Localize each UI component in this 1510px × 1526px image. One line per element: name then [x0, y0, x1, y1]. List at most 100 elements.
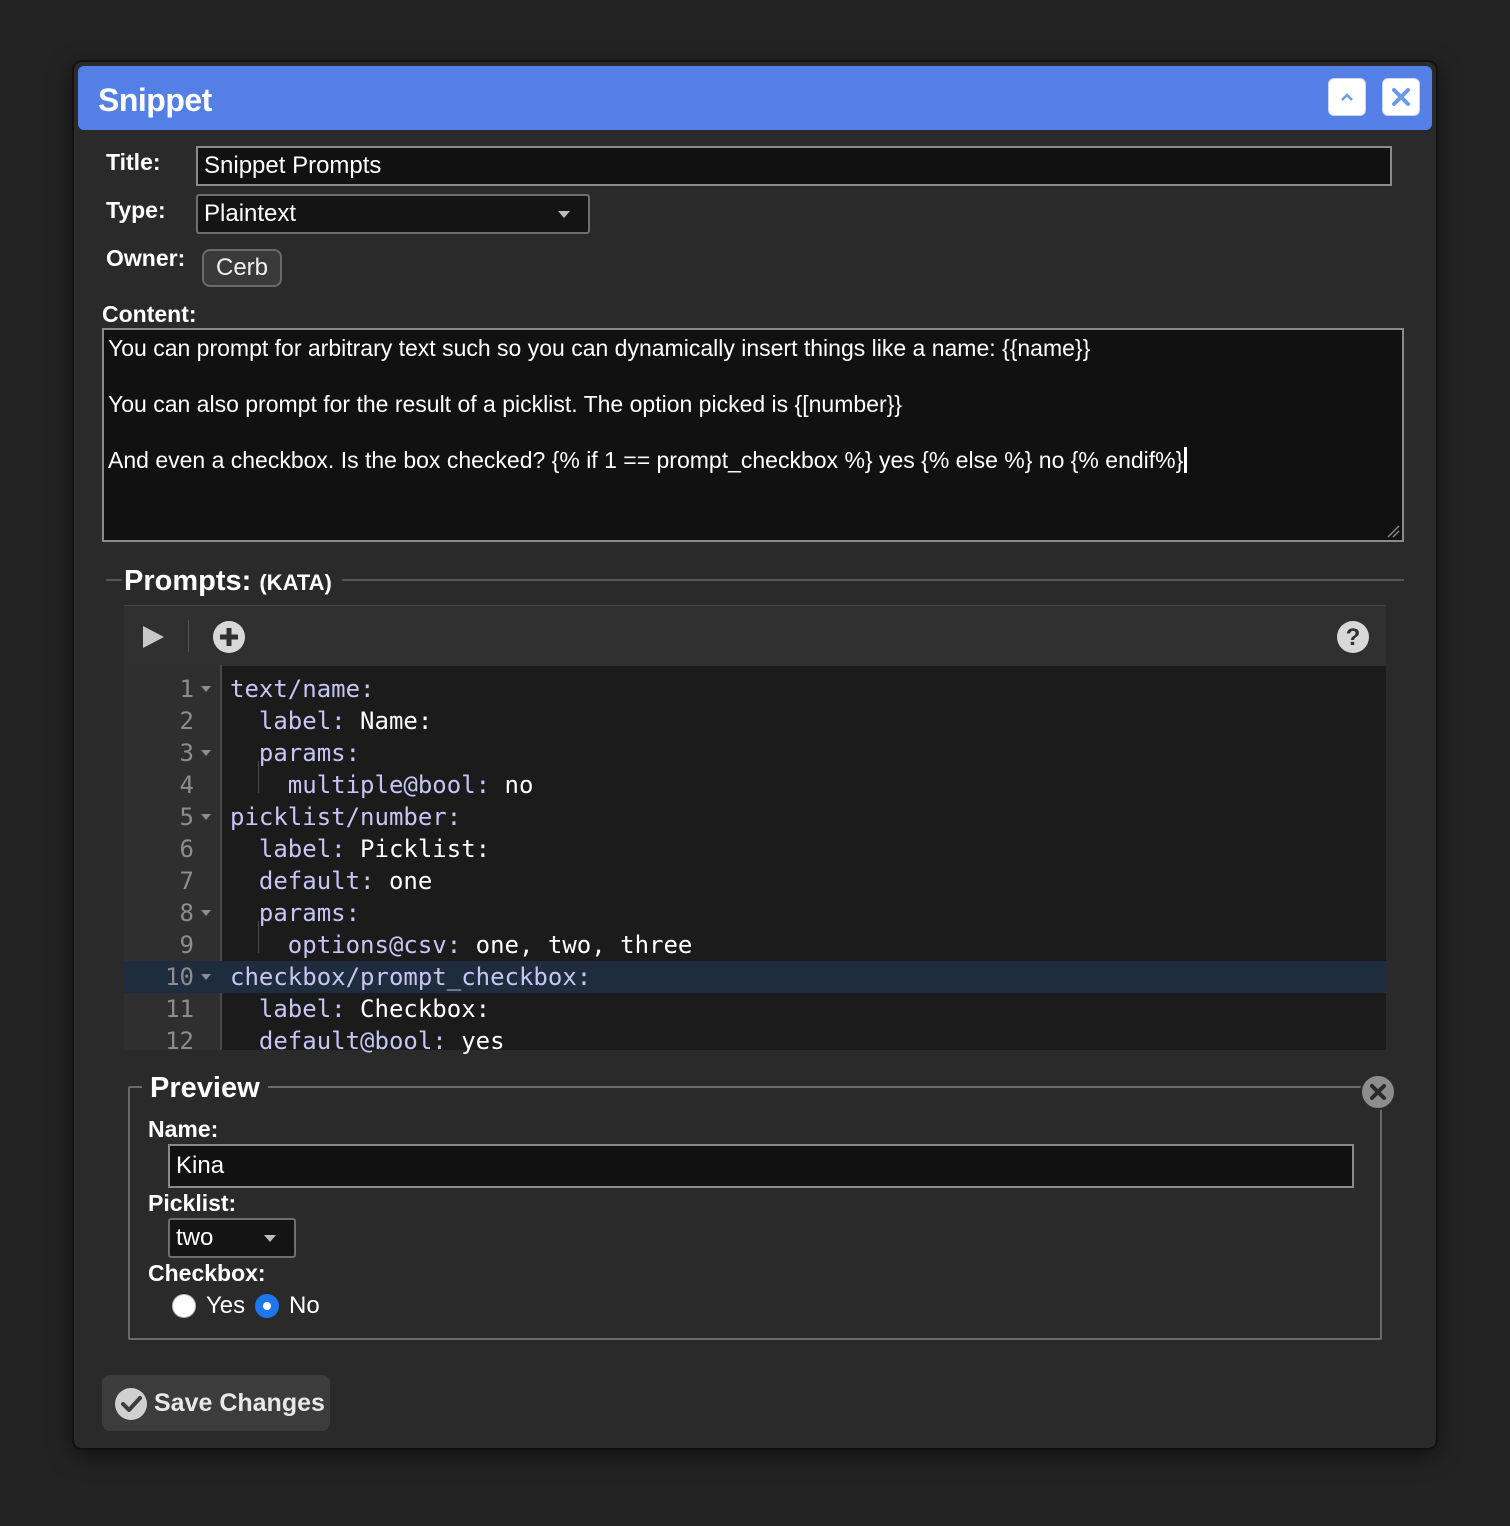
- text-cursor: [1184, 447, 1188, 473]
- fold-toggle-icon[interactable]: [201, 974, 211, 980]
- line-number: 2: [179, 707, 194, 735]
- prompts-section-header: Prompts: (KATA): [106, 565, 1404, 597]
- fold-toggle-icon[interactable]: [201, 910, 211, 916]
- code-key: checkbox/prompt_checkbox:: [230, 963, 592, 991]
- code-key: picklist/number:: [230, 803, 462, 831]
- code-key: options@csv:: [287, 931, 462, 959]
- name-input[interactable]: Kina: [168, 1144, 1354, 1188]
- dialog-title: Snippet: [98, 82, 212, 118]
- line-number: 10: [165, 963, 194, 991]
- save-changes-button[interactable]: Save Changes: [102, 1375, 330, 1431]
- picklist-select[interactable]: two: [168, 1218, 296, 1258]
- code-text: label: Checkbox:: [230, 993, 490, 1025]
- code-value: no: [490, 771, 534, 799]
- indent-guide: [258, 921, 259, 953]
- chevron-up-icon: [1341, 93, 1353, 101]
- content-line: And even a checkbox. Is the box checked?…: [108, 446, 1398, 474]
- name-label: Name:: [148, 1116, 219, 1142]
- code-key: multiple@bool:: [287, 771, 491, 799]
- radio-yes[interactable]: [172, 1294, 196, 1318]
- code-key: default@bool:: [258, 1027, 447, 1055]
- line-number: 4: [179, 771, 194, 799]
- play-icon[interactable]: [140, 624, 166, 650]
- prompts-subtitle: (KATA): [259, 570, 332, 595]
- checkbox-label: Checkbox:: [148, 1260, 266, 1286]
- content-line: You can also prompt for the result of a …: [108, 391, 902, 417]
- line-number: 8: [179, 899, 194, 927]
- owner-chip[interactable]: Cerb: [202, 249, 282, 287]
- code-value: Picklist:: [345, 835, 491, 863]
- code-text: picklist/number:: [230, 801, 461, 833]
- svg-text:?: ?: [1346, 624, 1361, 651]
- code-key: label:: [258, 995, 346, 1023]
- code-line[interactable]: 1 text/name:: [124, 673, 1386, 705]
- code-key: default:: [258, 867, 375, 895]
- help-icon[interactable]: ?: [1336, 620, 1370, 654]
- code-text: multiple@bool: no: [230, 769, 534, 801]
- line-number: 5: [179, 803, 194, 831]
- editor-toolbar: ?: [124, 605, 1386, 666]
- type-label: Type:: [106, 197, 166, 223]
- code-line[interactable]: 9 options@csv: one, two, three: [124, 929, 1386, 961]
- code-text: label: Picklist:: [230, 833, 490, 865]
- picklist-select-value: two: [176, 1224, 214, 1251]
- code-line[interactable]: 4 multiple@bool: no: [124, 769, 1386, 801]
- type-select[interactable]: Plaintext: [196, 194, 590, 234]
- snippet-dialog: Snippet Title: Snippet Prompts Type: Pla…: [74, 62, 1436, 1448]
- content-line-text: And even a checkbox. Is the box checked?…: [108, 447, 1184, 473]
- code-text: options@csv: one, two, three: [230, 929, 693, 961]
- content-line: You can prompt for arbitrary text such s…: [108, 335, 1091, 361]
- fold-toggle-icon[interactable]: [201, 686, 211, 692]
- code-value: yes: [446, 1027, 505, 1055]
- code-value: Name:: [345, 707, 433, 735]
- code-key: text/name:: [230, 675, 375, 703]
- fold-toggle-icon[interactable]: [201, 750, 211, 756]
- resize-handle-icon[interactable]: [1386, 524, 1400, 538]
- code-line[interactable]: 2 label: Name:: [124, 705, 1386, 737]
- line-number: 3: [179, 739, 194, 767]
- code-text: params:: [230, 737, 360, 769]
- code-text: text/name:: [230, 673, 375, 705]
- line-number: 9: [179, 931, 194, 959]
- code-key: label:: [258, 835, 346, 863]
- code-value: Checkbox:: [345, 995, 491, 1023]
- close-icon: [1370, 1084, 1386, 1100]
- code-text: default@bool: yes: [230, 1025, 505, 1057]
- code-key: params:: [258, 899, 361, 927]
- code-text: params:: [230, 897, 360, 929]
- dialog-titlebar[interactable]: Snippet: [78, 66, 1432, 130]
- picklist-label: Picklist:: [148, 1190, 237, 1216]
- code-line[interactable]: 7 default: one: [124, 865, 1386, 897]
- indent-guide: [258, 761, 259, 793]
- title-input[interactable]: Snippet Prompts: [196, 146, 1392, 186]
- radio-no-label: No: [289, 1292, 320, 1319]
- code-text: default: one: [230, 865, 432, 897]
- close-button[interactable]: [1382, 78, 1420, 116]
- radio-no[interactable]: [255, 1294, 279, 1318]
- type-select-value: Plaintext: [204, 200, 297, 227]
- code-line[interactable]: 11 label: Checkbox:: [124, 993, 1386, 1025]
- preview-title: Preview: [142, 1072, 268, 1105]
- content-label: Content:: [102, 301, 197, 327]
- line-number: 6: [179, 835, 194, 863]
- code-line[interactable]: 10 checkbox/prompt_checkbox:: [124, 961, 1386, 993]
- code-key: label:: [258, 707, 346, 735]
- content-textarea[interactable]: You can prompt for arbitrary text such s…: [102, 328, 1404, 542]
- preview-close-button[interactable]: [1360, 1074, 1396, 1110]
- collapse-button[interactable]: [1328, 78, 1366, 116]
- code-line[interactable]: 5 picklist/number:: [124, 801, 1386, 833]
- kata-code-editor[interactable]: ? 1 text/name: 2 label: Name: 3 params: 4 mu…: [124, 605, 1386, 1055]
- line-number: 12: [165, 1027, 194, 1055]
- code-text: label: Name:: [230, 705, 432, 737]
- code-value: one: [374, 867, 433, 895]
- code-line[interactable]: 6 label: Picklist:: [124, 833, 1386, 865]
- code-line[interactable]: 8 params:: [124, 897, 1386, 929]
- code-line[interactable]: 3 params:: [124, 737, 1386, 769]
- line-number: 11: [165, 995, 194, 1023]
- preview-panel: Preview Name: Kina Picklist: two Checkbo…: [128, 1072, 1396, 1340]
- fold-toggle-icon[interactable]: [201, 814, 211, 820]
- radio-yes-label: Yes: [206, 1292, 246, 1319]
- code-line[interactable]: 12 default@bool: yes: [124, 1025, 1386, 1057]
- line-number: 1: [179, 675, 194, 703]
- plus-circle-icon[interactable]: [212, 620, 246, 654]
